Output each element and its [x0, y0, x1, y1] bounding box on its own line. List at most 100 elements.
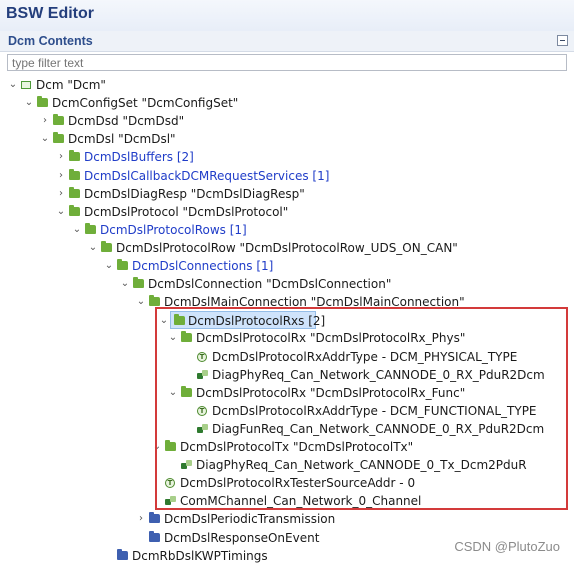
- contents-section-header[interactable]: Dcm Contents: [0, 31, 574, 52]
- chevron-down-icon[interactable]: ⌄: [159, 312, 169, 330]
- tree-item[interactable]: ⌄ DcmDslProtocolRx "DcmDslProtocolRx_Phys…: [0, 329, 574, 347]
- chevron-down-icon[interactable]: ⌄: [56, 203, 66, 221]
- tree-item-label: DcmConfigSet "DcmConfigSet": [52, 96, 239, 111]
- chevron-right-icon[interactable]: ›: [56, 185, 66, 203]
- collapse-icon[interactable]: [557, 35, 568, 46]
- tree-item-label: DcmDslMainConnection "DcmDslMainConnecti…: [164, 295, 465, 310]
- chevron-down-icon[interactable]: ⌄: [152, 438, 162, 456]
- tree-item[interactable]: ⌄ DcmDslProtocolRows [1]: [0, 221, 574, 239]
- folder-icon: [181, 331, 192, 343]
- tree-item[interactable]: ⌄ DcmDslProtocolTx "DcmDslProtocolTx": [0, 438, 574, 456]
- chevron-down-icon[interactable]: ⌄: [104, 257, 114, 275]
- chevron-right-icon[interactable]: ›: [56, 148, 66, 166]
- tree-item[interactable]: ⌄ DcmDslConnections [1]: [0, 257, 574, 275]
- tree-item[interactable]: ⌄ DcmDsl "DcmDsl": [0, 130, 574, 148]
- chevron-down-icon[interactable]: ⌄: [168, 329, 178, 347]
- folder-blue-icon: [149, 530, 160, 542]
- tree-item[interactable]: T DcmDslProtocolRxAddrType - DCM_PHYSICAL…: [0, 348, 574, 366]
- chevron-right-icon[interactable]: ›: [40, 112, 50, 130]
- folder-blue-icon: [149, 512, 160, 524]
- tree-item[interactable]: DiagPhyReq_Can_Network_CANNODE_0_RX_PduR…: [0, 366, 574, 384]
- folder-icon: [181, 385, 192, 397]
- tree-item-label: DcmDslResponseOnEvent: [164, 530, 320, 545]
- tree-item-label: DcmDslProtocolRow "DcmDslProtocolRow_UDS…: [116, 240, 458, 255]
- tree-item-label: DcmDslProtocolRx "DcmDslProtocolRx_Func": [196, 385, 466, 400]
- folder-icon: [69, 150, 80, 162]
- folder-icon: [133, 277, 144, 289]
- module-icon: [21, 81, 31, 89]
- tree-item[interactable]: ⌄ DcmDslProtocolRx "DcmDslProtocolRx_Func…: [0, 384, 574, 402]
- tree-item[interactable]: ⌄ DcmConfigSet "DcmConfigSet": [0, 94, 574, 112]
- parameter-icon: T: [197, 351, 207, 362]
- chevron-down-icon[interactable]: ⌄: [168, 384, 178, 402]
- tree-item-label: DcmDslProtocolTx "DcmDslProtocolTx": [180, 440, 414, 454]
- tree-item-label: ComMChannel_Can_Network_0_Channel: [180, 494, 422, 509]
- tree-item[interactable]: ⌄ DcmDslConnection "DcmDslConnection": [0, 275, 574, 293]
- reference-icon: [197, 423, 208, 434]
- tree-item-label: DcmDsd "DcmDsd": [68, 114, 185, 129]
- chevron-down-icon[interactable]: ⌄: [88, 239, 98, 257]
- folder-icon: [174, 314, 185, 326]
- tree-item-label: DcmDslCallbackDCMRequestServices [1]: [84, 168, 330, 183]
- reference-icon: [181, 460, 192, 471]
- chevron-down-icon[interactable]: ⌄: [72, 221, 82, 239]
- tree-item[interactable]: ⌄ DcmDslProtocolRxs [2]: [160, 311, 325, 330]
- tree-item[interactable]: › DcmDsd "DcmDsd": [0, 112, 574, 130]
- folder-icon: [69, 168, 80, 180]
- chevron-down-icon[interactable]: ⌄: [24, 94, 34, 112]
- folder-icon: [53, 114, 64, 126]
- tree-item-label: DcmDslProtocol "DcmDslProtocol": [84, 204, 289, 219]
- tree-item[interactable]: DiagPhyReq_Can_Network_CANNODE_0_Tx_Dcm2…: [0, 456, 574, 474]
- tree-item[interactable]: › DcmDslCallbackDCMRequestServices [1]: [0, 167, 574, 185]
- tree-item-label: DcmDslPeriodicTransmission: [164, 512, 336, 527]
- folder-icon: [101, 240, 112, 252]
- tree-item-label: DcmDslConnections [1]: [132, 259, 274, 273]
- tree-item[interactable]: T DcmDslProtocolRxAddrType - DCM_FUNCTION…: [0, 402, 574, 420]
- chevron-down-icon[interactable]: ⌄: [8, 76, 18, 94]
- reference-icon: [165, 496, 176, 507]
- tree-item-label: Dcm "Dcm": [36, 78, 106, 92]
- watermark: CSDN @PlutoZuo: [454, 539, 560, 554]
- tree-item-label: DcmDslDiagResp "DcmDslDiagResp": [84, 186, 305, 201]
- tree-item-label: DcmDsl "DcmDsl": [68, 132, 176, 147]
- tree-item-label: DiagFunReq_Can_Network_CANNODE_0_RX_PduR…: [212, 421, 545, 436]
- tree-item[interactable]: ⌄ Dcm "Dcm": [0, 76, 574, 94]
- tree-item-label: DcmDslProtocolRows [1]: [100, 222, 247, 237]
- tree-item[interactable]: ⌄ DcmDslProtocol "DcmDslProtocol": [0, 203, 574, 221]
- editor-titlebar: BSW Editor: [0, 0, 574, 32]
- tree-item[interactable]: › DcmDslPeriodicTransmission: [0, 510, 574, 528]
- chevron-down-icon[interactable]: ⌄: [120, 275, 130, 293]
- tree-item-label: DcmDslProtocolRxAddrType - DCM_PHYSICAL_…: [212, 349, 518, 364]
- folder-icon: [69, 204, 80, 216]
- editor-title: BSW Editor: [6, 5, 94, 22]
- chevron-down-icon[interactable]: ⌄: [40, 130, 50, 148]
- tree-item-label: DcmDslConnection "DcmDslConnection": [148, 277, 392, 292]
- filter-input[interactable]: [7, 54, 567, 71]
- tree-item[interactable]: ComMChannel_Can_Network_0_Channel: [0, 492, 574, 510]
- tree-item[interactable]: › DcmDslBuffers [2]: [0, 148, 574, 166]
- tree-item[interactable]: T DcmDslProtocolRxTesterSourceAddr - 0: [0, 474, 574, 492]
- folder-icon: [165, 440, 176, 451]
- tree-item[interactable]: › DcmDslDiagResp "DcmDslDiagResp": [0, 185, 574, 203]
- folder-icon: [117, 259, 128, 270]
- chevron-right-icon[interactable]: ›: [136, 510, 146, 528]
- tree-item[interactable]: DiagFunReq_Can_Network_CANNODE_0_RX_PduR…: [0, 420, 574, 438]
- tree-item[interactable]: ⌄ DcmDslMainConnection "DcmDslMainConnect…: [0, 293, 574, 311]
- tree-item-label: DcmDslBuffers [2]: [84, 150, 194, 165]
- parameter-icon: T: [197, 405, 207, 416]
- chevron-down-icon[interactable]: ⌄: [136, 293, 146, 311]
- chevron-right-icon[interactable]: ›: [56, 167, 66, 185]
- tree-item[interactable]: ⌄ DcmDslProtocolRow "DcmDslProtocolRow_UD…: [0, 239, 574, 257]
- section-title: Dcm Contents: [8, 34, 93, 48]
- parameter-icon: T: [165, 478, 175, 489]
- tree-item-label: DcmDslProtocolRxAddrType - DCM_FUNCTIONA…: [212, 403, 537, 418]
- folder-icon: [53, 132, 64, 144]
- folder-icon: [85, 222, 96, 234]
- tree-item-label: DcmDslProtocolRxTesterSourceAddr - 0: [180, 476, 416, 491]
- tree-item-label: DcmDslProtocolRxs [2]: [188, 314, 326, 329]
